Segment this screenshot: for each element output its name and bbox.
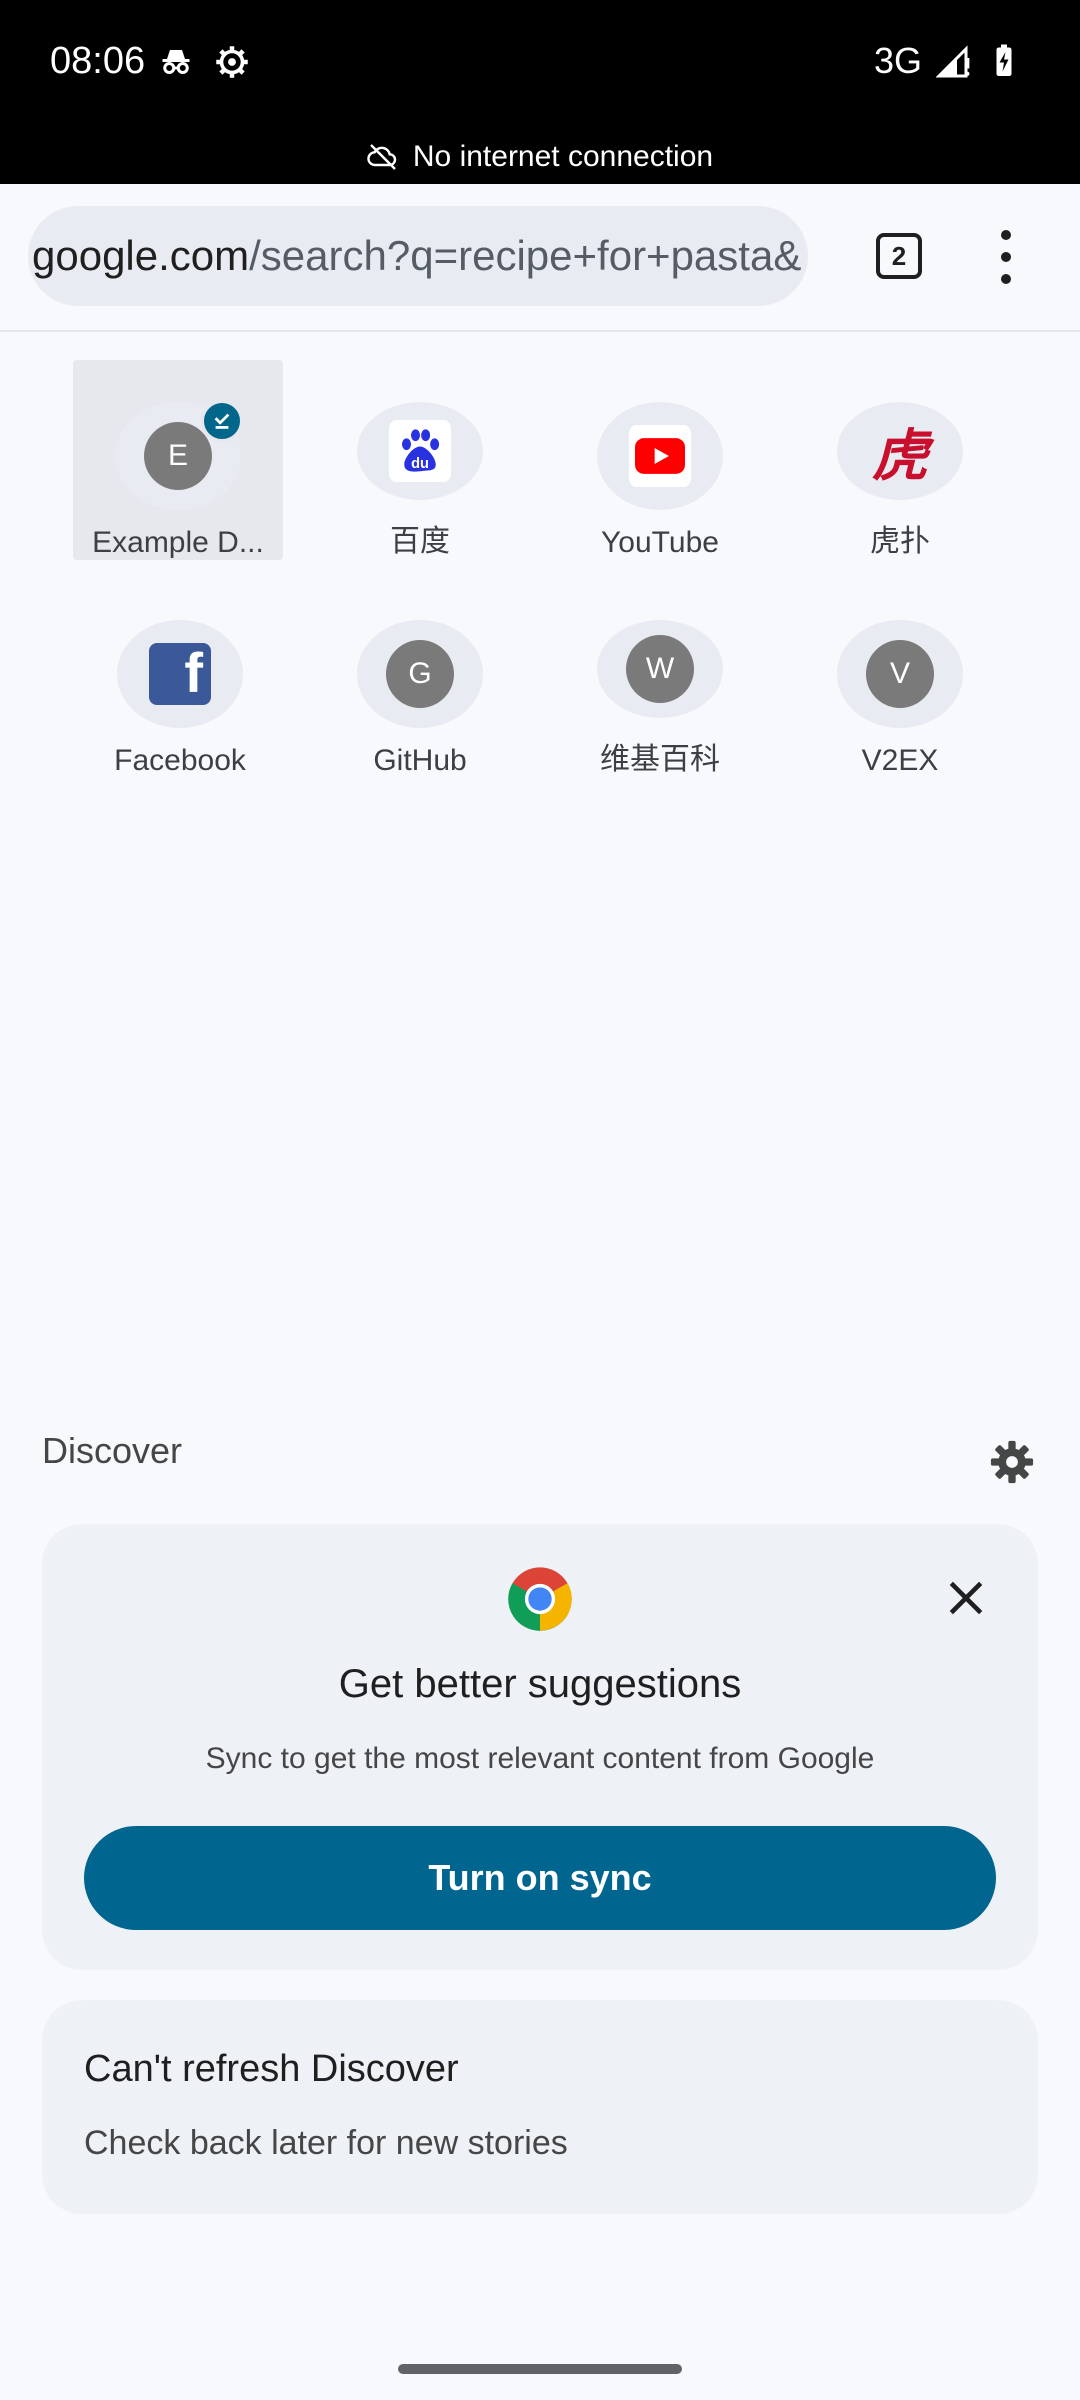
svg-text:du: du — [411, 456, 429, 472]
tile-icon-circle: f — [117, 620, 243, 728]
letter-w-icon: W — [626, 635, 694, 703]
most-visited-tiles: E Example D... du 百度 YouTube 虎 虎扑 f Face… — [60, 360, 1020, 778]
tile-label: 百度 — [390, 525, 450, 558]
tile-icon-circle: E — [115, 400, 243, 510]
tile-label: 维基百科 — [600, 743, 720, 776]
tile-icon-circle — [597, 402, 723, 510]
status-bar: 08:06 3G — [0, 0, 1080, 130]
close-icon[interactable] — [944, 1576, 988, 1620]
tile-v2ex[interactable]: V V2EX — [780, 578, 1020, 778]
tile-github[interactable]: G GitHub — [300, 578, 540, 778]
tile-icon-circle: du — [357, 402, 483, 500]
more-vert-icon[interactable] — [986, 224, 1026, 290]
tile-icon-circle: V — [837, 620, 963, 728]
letter-g-icon: G — [386, 640, 454, 708]
hupu-icon: 虎 — [872, 423, 928, 487]
status-right: 3G — [874, 40, 1022, 82]
incognito-icon — [162, 50, 190, 74]
menu-dot — [1001, 274, 1011, 284]
browser-toolbar: google.com/search?q=recipe+for+pasta& 2 — [0, 184, 1080, 332]
refresh-error-title: Can't refresh Discover — [84, 2048, 459, 2090]
tile-hupu[interactable]: 虎 虎扑 — [780, 360, 1020, 560]
cloud-off-icon — [367, 144, 397, 170]
url-path: /search?q=recipe+for+pasta& — [249, 232, 802, 279]
offline-banner: No internet connection — [0, 130, 1080, 184]
tile-facebook[interactable]: f Facebook — [60, 578, 300, 778]
discover-title: Discover — [42, 1430, 183, 1471]
sync-card-title: Get better suggestions — [338, 1662, 742, 1706]
offline-banner-text: No internet connection — [412, 140, 714, 173]
tile-baidu[interactable]: du 百度 — [300, 360, 540, 560]
turn-on-sync-button[interactable]: Turn on sync — [84, 1826, 996, 1930]
tile-label: 虎扑 — [870, 525, 930, 558]
check-badge-icon — [201, 400, 243, 442]
network-type: 3G — [873, 40, 922, 81]
youtube-icon — [629, 425, 691, 487]
tile-label: YouTube — [601, 526, 719, 559]
status-time: 08:06 — [50, 40, 146, 82]
tile-label: Example D... — [92, 526, 264, 559]
battery-charging-icon — [996, 44, 1012, 76]
tile-icon-circle: W — [597, 620, 723, 718]
tab-count: 2 — [891, 240, 907, 271]
sync-card-description: Sync to get the most relevant content fr… — [205, 1742, 875, 1775]
gesture-nav-handle[interactable] — [398, 2364, 682, 2374]
menu-dot — [1001, 252, 1011, 262]
tile-icon-circle: G — [357, 620, 483, 728]
tile-example-d[interactable]: E Example D... — [73, 360, 283, 560]
letter-e-icon: E — [144, 422, 212, 490]
url-text[interactable]: google.com/search?q=recipe+for+pasta& — [32, 232, 801, 280]
facebook-icon: f — [149, 641, 211, 705]
tile-icon-circle: 虎 — [837, 402, 963, 500]
refresh-error-card: Can't refresh Discover Check back later … — [42, 2000, 1038, 2214]
url-host: google.com — [32, 232, 250, 279]
chrome-new-tab-page: 08:06 3G No internet connection google.c… — [0, 0, 1080, 2400]
gear-icon[interactable] — [990, 1440, 1034, 1484]
tile-wikipedia[interactable]: W 维基百科 — [540, 578, 780, 778]
menu-dot — [1001, 230, 1011, 240]
letter-v-icon: V — [866, 640, 934, 708]
tile-youtube[interactable]: YouTube — [540, 360, 780, 560]
sync-promo-card: Get better suggestions Sync to get the m… — [42, 1524, 1038, 1970]
tile-label: V2EX — [861, 744, 939, 777]
status-left-icons — [158, 44, 250, 80]
url-bar[interactable]: google.com/search?q=recipe+for+pasta& — [28, 206, 808, 306]
tile-label: Facebook — [114, 744, 246, 777]
signal-icon — [936, 45, 970, 78]
chrome-logo-icon — [508, 1567, 572, 1631]
tab-switcher-button[interactable]: 2 — [876, 233, 922, 279]
settings-gear-icon — [216, 46, 248, 78]
refresh-error-description: Check back later for new stories — [84, 2124, 568, 2162]
baidu-paw-icon: du — [389, 420, 451, 482]
tile-label: GitHub — [373, 744, 467, 777]
